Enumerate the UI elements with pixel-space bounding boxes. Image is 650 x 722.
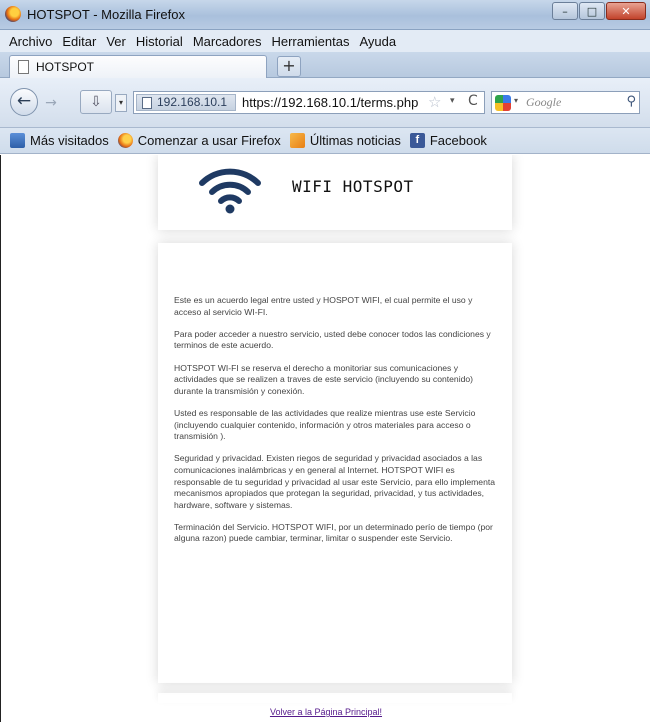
bookmarks-toolbar: Más visitados Comenzar a usar Firefox Úl… xyxy=(0,128,650,154)
menu-archivo[interactable]: Archivo xyxy=(9,34,52,49)
url-history-dropdown-icon[interactable]: ▾ xyxy=(450,96,455,106)
back-to-home-link[interactable]: Volver a la Página Principal! xyxy=(1,707,650,717)
page-viewport: WIFI HOTSPOT Este es un acuerdo legal en… xyxy=(0,155,650,722)
site-identity-button[interactable]: 192.168.10.1 xyxy=(136,94,236,111)
url-input[interactable]: https://192.168.10.1/terms.php xyxy=(242,95,418,110)
bookmark-getting-started[interactable]: Comenzar a usar Firefox xyxy=(117,133,281,148)
window-controls: – □ ✕ xyxy=(552,2,646,20)
rss-icon xyxy=(289,133,305,148)
window-titlebar: HOTSPOT - Mozilla Firefox – □ ✕ xyxy=(0,0,650,30)
bookmark-facebook[interactable]: f Facebook xyxy=(409,133,487,148)
bookmark-latest-news[interactable]: Últimas noticias xyxy=(289,133,401,148)
download-icon[interactable]: ⇩ xyxy=(80,90,112,114)
terms-paragraph: Este es un acuerdo legal entre usted y H… xyxy=(174,295,473,317)
bookmark-most-visited[interactable]: Más visitados xyxy=(10,133,109,148)
terms-paragraph: Seguridad y privacidad. Existen riegos d… xyxy=(174,453,496,510)
address-bar[interactable]: 192.168.10.1 https://192.168.10.1/terms.… xyxy=(133,91,485,114)
firefox-logo-icon xyxy=(5,6,21,22)
tab-bar: HOTSPOT + xyxy=(0,52,650,78)
terms-paragraph: Terminación del Servicio. HOTSPOT WIFI, … xyxy=(174,521,493,544)
terms-panel: Este es un acuerdo legal entre usted y H… xyxy=(158,243,512,683)
menu-ver[interactable]: Ver xyxy=(106,34,126,49)
search-icon[interactable]: ⚲ xyxy=(626,94,636,109)
menubar: Archivo Editar Ver Historial Marcadores … xyxy=(0,30,650,52)
most-visited-icon xyxy=(10,133,25,148)
bookmark-star-icon[interactable]: ☆ xyxy=(428,93,441,111)
bookmark-label: Últimas noticias xyxy=(309,133,401,148)
tab-label: HOTSPOT xyxy=(36,60,95,74)
wifi-icon xyxy=(199,168,261,214)
forward-button[interactable]: → xyxy=(39,92,63,114)
page-icon xyxy=(142,97,152,109)
bookmark-label: Facebook xyxy=(429,133,487,148)
tab-hotspot[interactable]: HOTSPOT xyxy=(9,55,267,78)
search-engine-dropdown-icon[interactable]: ▾ xyxy=(514,96,518,105)
bookmark-label: Comenzar a usar Firefox xyxy=(137,133,281,148)
menu-herramientas[interactable]: Herramientas xyxy=(271,34,349,49)
menu-editar[interactable]: Editar xyxy=(62,34,96,49)
reload-icon[interactable]: C xyxy=(468,93,478,109)
page-icon xyxy=(18,60,29,74)
menu-marcadores[interactable]: Marcadores xyxy=(193,34,262,49)
search-bar[interactable]: ▾ Google ⚲ xyxy=(491,91,640,114)
minimize-button[interactable]: – xyxy=(552,2,578,20)
terms-text: Este es un acuerdo legal entre usted y H… xyxy=(174,295,499,556)
maximize-button[interactable]: □ xyxy=(579,2,605,20)
search-input[interactable]: Google xyxy=(526,95,561,110)
terms-paragraph: Usted es responsable de las actividades … xyxy=(174,407,476,442)
footer-divider xyxy=(158,693,512,703)
window-title: HOTSPOT - Mozilla Firefox xyxy=(27,7,185,22)
bookmark-label: Más visitados xyxy=(30,133,109,148)
terms-paragraph: HOTSPOT WI-FI se reserva el derecho a mo… xyxy=(174,362,474,396)
chevron-down-icon[interactable]: ▾ xyxy=(115,94,127,112)
header-panel: WIFI HOTSPOT xyxy=(158,155,512,230)
new-tab-button[interactable]: + xyxy=(277,56,301,77)
navigation-toolbar: ← → ⇩ ▾ 192.168.10.1 https://192.168.10.… xyxy=(0,78,650,128)
menu-historial[interactable]: Historial xyxy=(136,34,183,49)
facebook-icon: f xyxy=(409,133,425,148)
google-icon[interactable] xyxy=(495,95,511,111)
back-button[interactable]: ← xyxy=(10,88,38,116)
menu-ayuda[interactable]: Ayuda xyxy=(359,34,396,49)
terms-paragraph: Para poder acceder a nuestro servicio, u… xyxy=(174,328,491,351)
site-identity-label: 192.168.10.1 xyxy=(157,95,228,109)
firefox-icon xyxy=(117,133,133,148)
close-button[interactable]: ✕ xyxy=(606,2,646,20)
page-title: WIFI HOTSPOT xyxy=(292,177,414,196)
